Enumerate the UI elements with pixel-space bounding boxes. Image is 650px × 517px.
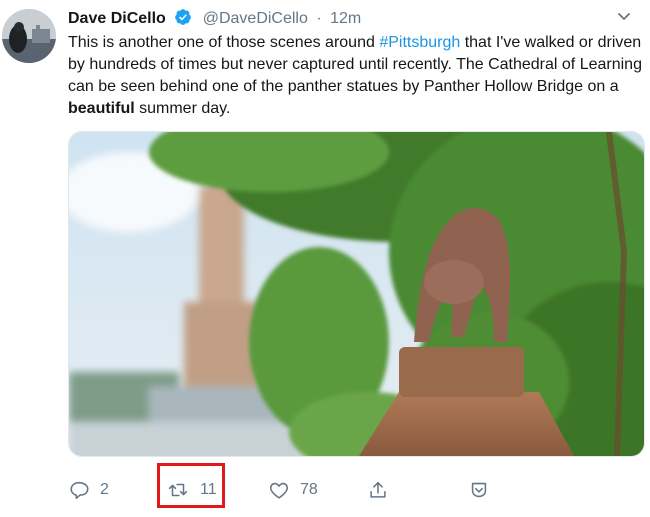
reply-button[interactable]: 2 xyxy=(68,477,109,503)
timestamp[interactable]: 12m xyxy=(330,10,361,27)
tweet-text-part-1: This is another one of those scenes arou… xyxy=(68,34,380,51)
like-icon xyxy=(269,482,289,499)
retweet-button[interactable]: 11 xyxy=(166,477,217,503)
author-name[interactable]: Dave DiCello xyxy=(68,10,166,27)
hashtag-link[interactable]: #Pittsburgh xyxy=(379,34,460,51)
chevron-down-icon[interactable] xyxy=(616,8,632,24)
tweet-action-bar: 2 11 78 xyxy=(68,463,643,510)
tweet-photo[interactable] xyxy=(68,131,645,457)
share-icon xyxy=(370,481,386,498)
retweet-count: 11 xyxy=(200,481,217,498)
separator-dot: · xyxy=(316,10,322,27)
tweet-analytics-icon xyxy=(471,482,487,498)
verified-badge-icon xyxy=(175,9,192,25)
like-count: 78 xyxy=(300,481,318,498)
author-handle[interactable]: @DaveDiCello xyxy=(203,10,308,27)
tweet-analytics-button[interactable] xyxy=(468,477,490,503)
tweet-text-bold: beautiful xyxy=(68,100,135,117)
avatar-image xyxy=(2,9,56,63)
reply-icon xyxy=(70,481,89,500)
tweet-text-part-3: summer day. xyxy=(134,100,231,117)
retweet-icon xyxy=(168,483,188,497)
share-button[interactable] xyxy=(367,477,389,503)
tweet-header: Dave DiCello @DaveDiCello · 12m xyxy=(68,8,638,30)
reply-count: 2 xyxy=(100,481,109,498)
like-button[interactable]: 78 xyxy=(268,477,318,503)
avatar[interactable] xyxy=(2,9,56,63)
panther-statue-photo xyxy=(69,132,644,456)
tweet-text: This is another one of those scenes arou… xyxy=(68,32,643,120)
